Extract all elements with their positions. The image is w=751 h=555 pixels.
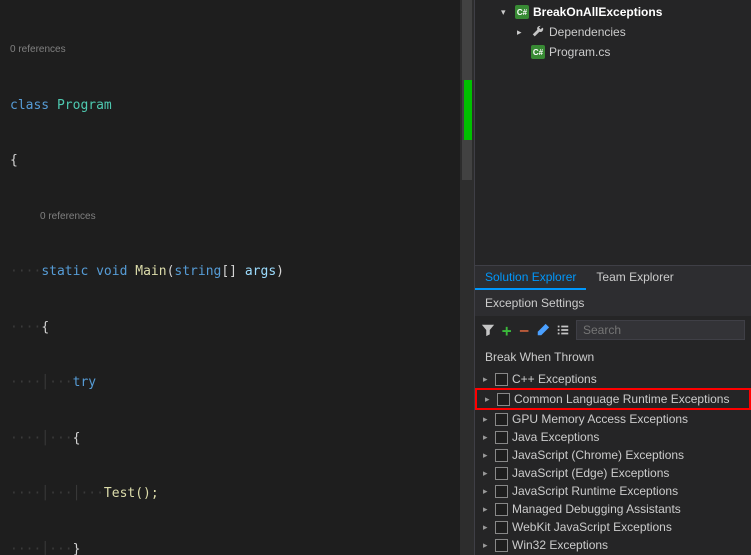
tab-team-explorer[interactable]: Team Explorer bbox=[586, 266, 683, 290]
tree-file[interactable]: C# Program.cs bbox=[501, 42, 751, 62]
exception-category[interactable]: ▸ Java Exceptions bbox=[475, 428, 751, 446]
exception-category[interactable]: ▸ C++ Exceptions bbox=[475, 370, 751, 388]
brace: } bbox=[73, 542, 81, 555]
expand-arrow-icon[interactable]: ▸ bbox=[483, 522, 491, 533]
exception-label: Managed Debugging Assistants bbox=[512, 502, 681, 516]
checkbox[interactable] bbox=[495, 373, 508, 386]
exception-label: JavaScript (Edge) Exceptions bbox=[512, 466, 669, 480]
codelens[interactable]: 0 references bbox=[10, 208, 474, 227]
exception-toolbar: + − bbox=[475, 316, 751, 344]
expand-arrow-icon[interactable]: ▸ bbox=[483, 414, 491, 425]
param: args bbox=[245, 264, 276, 279]
exception-category[interactable]: ▸ WebKit JavaScript Exceptions bbox=[475, 518, 751, 536]
expand-arrow-icon[interactable]: ▸ bbox=[483, 450, 491, 461]
checkbox[interactable] bbox=[495, 449, 508, 462]
checkbox[interactable] bbox=[497, 393, 510, 406]
brace: { bbox=[10, 153, 18, 168]
exception-category[interactable]: ▸ Common Language Runtime Exceptions bbox=[477, 390, 749, 408]
minimap-marker bbox=[464, 80, 472, 140]
exception-category[interactable]: ▸ Managed Debugging Assistants bbox=[475, 500, 751, 518]
exception-label: Common Language Runtime Exceptions bbox=[514, 392, 729, 406]
tab-solution-explorer[interactable]: Solution Explorer bbox=[475, 266, 586, 290]
kw-class: class bbox=[10, 98, 49, 113]
csharp-project-icon: C# bbox=[515, 5, 529, 19]
exception-label: C++ Exceptions bbox=[512, 372, 597, 386]
expand-arrow-icon[interactable]: ▸ bbox=[517, 27, 527, 38]
code-editor[interactable]: 0 references class Program { 0 reference… bbox=[0, 0, 474, 555]
checkbox[interactable] bbox=[495, 503, 508, 516]
kw: static bbox=[41, 264, 88, 279]
tree-project[interactable]: ▾ C# BreakOnAllExceptions bbox=[501, 2, 751, 22]
checkbox[interactable] bbox=[495, 485, 508, 498]
exception-label: GPU Memory Access Exceptions bbox=[512, 412, 688, 426]
checkbox[interactable] bbox=[495, 539, 508, 552]
checkbox[interactable] bbox=[495, 467, 508, 480]
codelens[interactable]: 0 references bbox=[10, 41, 474, 60]
checkbox[interactable] bbox=[495, 413, 508, 426]
expand-arrow-icon[interactable]: ▸ bbox=[483, 540, 491, 551]
expand-arrow-icon[interactable]: ▸ bbox=[483, 432, 491, 443]
exception-label: Java Exceptions bbox=[512, 430, 599, 444]
search-input[interactable] bbox=[576, 320, 745, 340]
expand-arrow-icon[interactable]: ▸ bbox=[483, 374, 491, 385]
file-name: Program.cs bbox=[549, 45, 610, 59]
tree-deps[interactable]: ▸ Dependencies bbox=[501, 22, 751, 42]
edit-icon[interactable] bbox=[536, 322, 550, 338]
class-name: Program bbox=[57, 98, 112, 113]
call: Test(); bbox=[104, 486, 159, 501]
list-icon[interactable] bbox=[556, 322, 570, 338]
exception-label: WebKit JavaScript Exceptions bbox=[512, 520, 672, 534]
exception-settings-title: Exception Settings bbox=[475, 290, 751, 316]
solution-explorer-tree[interactable]: ▾ C# BreakOnAllExceptions ▸ Dependencies… bbox=[475, 0, 751, 265]
kw-try: try bbox=[73, 375, 96, 390]
explorer-tabs: Solution Explorer Team Explorer bbox=[475, 265, 751, 290]
checkbox[interactable] bbox=[495, 431, 508, 444]
p: ) bbox=[276, 264, 284, 279]
method-name: Main bbox=[135, 264, 166, 279]
exception-category[interactable]: ▸ Win32 Exceptions bbox=[475, 536, 751, 554]
remove-icon[interactable]: − bbox=[519, 322, 531, 338]
expand-arrow-icon[interactable]: ▸ bbox=[483, 468, 491, 479]
expand-arrow-icon[interactable]: ▸ bbox=[483, 504, 491, 515]
expand-arrow-icon[interactable]: ▸ bbox=[483, 486, 491, 497]
exception-category[interactable]: ▸ JavaScript (Edge) Exceptions bbox=[475, 464, 751, 482]
right-panel: ▾ C# BreakOnAllExceptions ▸ Dependencies… bbox=[474, 0, 751, 555]
exception-label: JavaScript (Chrome) Exceptions bbox=[512, 448, 684, 462]
collapse-arrow-icon[interactable]: ▾ bbox=[501, 7, 511, 18]
exception-label: Win32 Exceptions bbox=[512, 538, 608, 552]
type: string bbox=[174, 264, 221, 279]
exception-list: ▸ C++ Exceptions ▸ Common Language Runti… bbox=[475, 370, 751, 555]
expand-arrow-icon[interactable]: ▸ bbox=[485, 394, 493, 405]
csharp-file-icon: C# bbox=[531, 45, 545, 59]
exception-category[interactable]: ▸ JavaScript (Chrome) Exceptions bbox=[475, 446, 751, 464]
add-icon[interactable]: + bbox=[501, 322, 513, 338]
project-name: BreakOnAllExceptions bbox=[533, 5, 662, 19]
exception-category[interactable]: ▸ JavaScript Runtime Exceptions bbox=[475, 482, 751, 500]
wrench-icon bbox=[531, 25, 545, 39]
exception-category[interactable]: ▸ GPU Memory Access Exceptions bbox=[475, 410, 751, 428]
highlighted-exception: ▸ Common Language Runtime Exceptions bbox=[475, 388, 751, 410]
break-when-thrown-header: Break When Thrown bbox=[475, 344, 751, 370]
brace: { bbox=[41, 320, 49, 335]
brace: { bbox=[73, 431, 81, 446]
kw: void bbox=[96, 264, 127, 279]
filter-icon[interactable] bbox=[481, 322, 495, 338]
p: [] bbox=[221, 264, 237, 279]
exception-label: JavaScript Runtime Exceptions bbox=[512, 484, 678, 498]
checkbox[interactable] bbox=[495, 521, 508, 534]
deps-label: Dependencies bbox=[549, 25, 626, 39]
